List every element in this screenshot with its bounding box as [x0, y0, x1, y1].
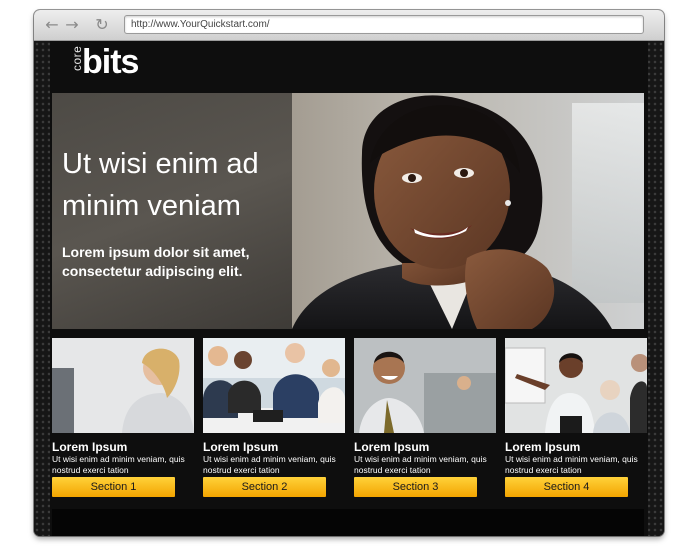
card-section-1: Lorem Ipsum Ut wisi enim ad minim veniam…	[52, 338, 194, 498]
card-section-3: Lorem Ipsum Ut wisi enim ad minim veniam…	[354, 338, 496, 498]
card-photo-presenter	[505, 338, 647, 433]
arrow-left-icon[interactable]: ←	[42, 16, 62, 34]
card-section-2: Lorem Ipsum Ut wisi enim ad minim veniam…	[203, 338, 345, 498]
card-section-4: Lorem Ipsum Ut wisi enim ad minim veniam…	[505, 338, 647, 498]
card-photo-businessman	[354, 338, 496, 433]
card-photo-meeting	[203, 338, 345, 433]
hero-subtitle: Lorem ipsum dolor sit amet, consectetur …	[62, 244, 250, 279]
address-bar[interactable]: http://www.YourQuickstart.com/	[124, 15, 644, 34]
card-title: Lorem Ipsum	[505, 440, 581, 454]
footer-bar	[52, 509, 644, 536]
reload-icon[interactable]: ↻	[92, 16, 112, 34]
section-2-button[interactable]: Section 2	[203, 477, 326, 497]
web-page: core bits Ut wisi enim ad minim veniam L…	[34, 41, 664, 536]
card-title: Lorem Ipsum	[203, 440, 279, 454]
section-4-button[interactable]: Section 4	[505, 477, 628, 497]
hero-title: Ut wisi enim ad minim veniam	[62, 148, 259, 222]
section-cards: Lorem Ipsum Ut wisi enim ad minim veniam…	[52, 338, 647, 498]
card-title: Lorem Ipsum	[52, 440, 128, 454]
browser-window: ← → ↻ http://www.YourQuickstart.com/ cor…	[34, 10, 664, 536]
card-photo-businesswoman	[52, 338, 194, 433]
section-3-button[interactable]: Section 3	[354, 477, 477, 497]
logo-name: bits	[82, 43, 139, 81]
hero-photo-woman	[292, 95, 612, 329]
card-text: Ut wisi enim ad minim veniam, quis nostr…	[52, 454, 185, 475]
browser-toolbar: ← → ↻ http://www.YourQuickstart.com/	[34, 10, 664, 41]
hero-text-panel: Ut wisi enim ad minim veniam Lorem ipsum…	[52, 93, 292, 329]
card-text: Ut wisi enim ad minim veniam, quis nostr…	[354, 454, 487, 475]
hero-banner: Ut wisi enim ad minim veniam Lorem ipsum…	[52, 93, 644, 329]
section-1-button[interactable]: Section 1	[52, 477, 175, 497]
card-title: Lorem Ipsum	[354, 440, 430, 454]
arrow-right-icon[interactable]: →	[62, 16, 82, 34]
card-text: Ut wisi enim ad minim veniam, quis nostr…	[505, 454, 638, 475]
card-text: Ut wisi enim ad minim veniam, quis nostr…	[203, 454, 336, 475]
